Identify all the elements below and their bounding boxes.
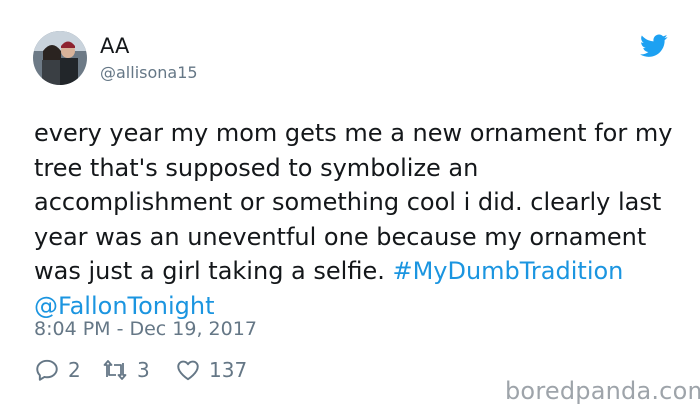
tweet-card: AA @allisona15 every year my mom gets me… bbox=[0, 0, 700, 413]
display-name[interactable]: AA bbox=[100, 34, 129, 58]
twitter-bird-icon[interactable] bbox=[640, 34, 668, 58]
reply-icon bbox=[36, 359, 58, 381]
watermark-text: boredpanda.com bbox=[505, 377, 700, 405]
like-button[interactable]: 137 bbox=[175, 356, 247, 384]
retweet-button[interactable]: 3 bbox=[101, 356, 150, 384]
retweet-icon bbox=[103, 360, 127, 380]
reply-count: 2 bbox=[68, 358, 81, 382]
like-count: 137 bbox=[209, 358, 248, 382]
tweet-timestamp[interactable]: 8:04 PM - Dec 19, 2017 bbox=[34, 318, 257, 340]
hashtag-link[interactable]: #MyDumbTradition bbox=[392, 257, 623, 285]
tweet-text: every year my mom gets me a new ornament… bbox=[34, 116, 674, 323]
mention-link[interactable]: @FallonTonight bbox=[34, 292, 215, 320]
user-handle[interactable]: @allisona15 bbox=[100, 63, 198, 82]
reply-button[interactable]: 2 bbox=[34, 356, 81, 384]
heart-icon bbox=[177, 360, 199, 381]
avatar[interactable] bbox=[33, 31, 87, 85]
retweet-count: 3 bbox=[137, 358, 150, 382]
